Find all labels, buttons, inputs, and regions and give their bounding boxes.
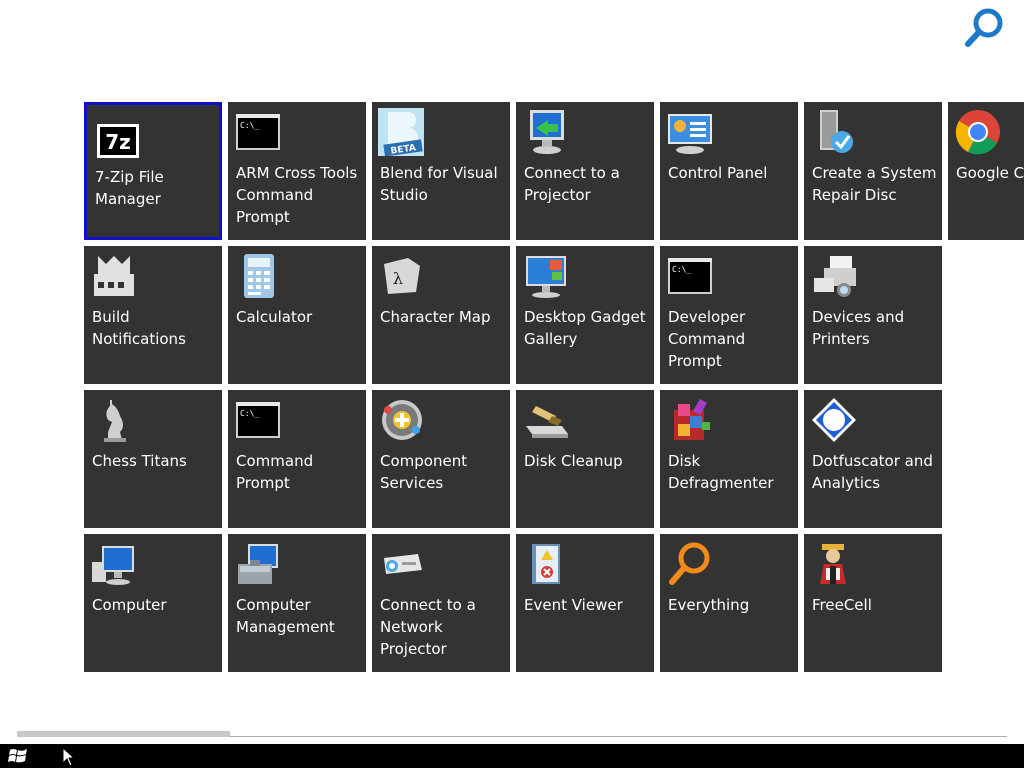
tile-chess-titans[interactable]: Chess Titans (84, 390, 222, 528)
tile-command-prompt[interactable]: C:\_ Command Prompt (228, 390, 366, 528)
computer-management-icon (238, 544, 278, 584)
start-button[interactable] (8, 747, 30, 765)
windows-logo-icon (8, 749, 27, 763)
tile-7zip-file-manager[interactable]: 7z 7-Zip File Manager (84, 102, 222, 240)
everything-icon (669, 542, 710, 585)
app-tile-grid: 7z 7-Zip File Manager C:\_ ARM Cross Too… (0, 0, 1024, 700)
tile-create-system-repair-disc[interactable]: Create a System Repair Disc (804, 102, 942, 240)
tile-label: Chess Titans (92, 452, 187, 470)
calculator-icon (244, 254, 274, 298)
console-icon: C:\_ (236, 114, 280, 150)
event-viewer-icon (532, 544, 560, 584)
7zip-icon-text: 7z (105, 130, 131, 154)
blend-beta-icon: BETA (378, 108, 424, 156)
tile-label: Build Notifications (92, 308, 186, 348)
tile-connect-to-network-projector[interactable]: Connect to a Network Projector (372, 534, 510, 672)
tile-label: Dotfuscator and Analytics (812, 452, 933, 492)
tile-disk-cleanup[interactable]: Disk Cleanup (516, 390, 654, 528)
scrollbar-thumb[interactable] (17, 731, 230, 737)
chrome-icon (955, 110, 1000, 155)
printer-icon (814, 256, 856, 297)
tile-disk-defragmenter[interactable]: Disk Defragmenter (660, 390, 798, 528)
freecell-icon (820, 544, 846, 584)
console-prompt-text: C:\_ (240, 409, 259, 418)
tile-arm-cross-tools[interactable]: C:\_ ARM Cross Tools Command Prompt (228, 102, 366, 240)
tile-label: FreeCell (812, 596, 872, 614)
tile-label: Disk Defragmenter (668, 452, 774, 492)
tile-computer-management[interactable]: Computer Management (228, 534, 366, 672)
console-icon: C:\_ (668, 258, 712, 294)
tile-developer-command-prompt[interactable]: C:\_ Developer Command Prompt (660, 246, 798, 384)
taskbar (0, 744, 1024, 768)
tile-label: Desktop Gadget Gallery (524, 308, 646, 348)
tile-blend-for-visual-studio[interactable]: BETA Blend for Visual Studio (372, 102, 510, 240)
tile-control-panel[interactable]: Control Panel (660, 102, 798, 240)
tile-label: Control Panel (668, 164, 768, 182)
tile-desktop-gadget-gallery[interactable]: Desktop Gadget Gallery (516, 246, 654, 384)
tile-label: Command Prompt (236, 452, 314, 492)
build-notifications-icon (94, 256, 134, 296)
network-projector-icon (384, 554, 422, 574)
chess-icon (104, 400, 126, 442)
tile-label: 7-Zip File Manager (95, 168, 164, 208)
tile-devices-and-printers[interactable]: Devices and Printers (804, 246, 942, 384)
tile-character-map[interactable]: λ Character Map (372, 246, 510, 384)
tile-everything[interactable]: Everything (660, 534, 798, 672)
tile-freecell[interactable]: FreeCell (804, 534, 942, 672)
tile-label: Computer (92, 596, 167, 614)
character-map-icon: λ (384, 258, 420, 294)
tile-label: Developer Command Prompt (668, 308, 746, 370)
tile-label: Character Map (380, 308, 491, 326)
dotfuscator-icon (812, 398, 856, 442)
tile-label: Connect to a Network Projector (380, 596, 476, 658)
tile-event-viewer[interactable]: Event Viewer (516, 534, 654, 672)
console-prompt-text: C:\_ (672, 265, 691, 274)
console-icon: C:\_ (236, 402, 280, 438)
gadget-gallery-icon (526, 256, 566, 298)
tile-label: Connect to a Projector (524, 164, 620, 204)
tile-label: Blend for Visual Studio (380, 164, 498, 204)
mouse-cursor-icon (62, 747, 76, 767)
character-map-glyph: λ (393, 269, 403, 288)
repair-disc-icon (820, 110, 853, 153)
defragmenter-icon (674, 398, 710, 440)
tile-label: Create a System Repair Disc (812, 164, 937, 204)
component-services-icon (382, 400, 422, 440)
tile-label: ARM Cross Tools Command Prompt (236, 164, 358, 226)
computer-icon (92, 546, 134, 585)
console-prompt-text: C:\_ (240, 121, 259, 130)
tile-label: Calculator (236, 308, 313, 326)
control-panel-icon (668, 114, 712, 154)
tile-label: Component Services (380, 452, 468, 492)
tile-label: Everything (668, 596, 750, 614)
tile-google-chrome[interactable]: Google Ch (948, 102, 1024, 240)
projector-monitor-icon (530, 110, 564, 154)
tile-component-services[interactable]: Component Services (372, 390, 510, 528)
tile-label: Google Ch (956, 164, 1024, 182)
tile-label: Computer Management (236, 596, 335, 636)
tile-label: Disk Cleanup (524, 452, 623, 470)
tile-connect-to-a-projector[interactable]: Connect to a Projector (516, 102, 654, 240)
tile-calculator[interactable]: Calculator (228, 246, 366, 384)
tile-label: Devices and Printers (812, 308, 905, 348)
tile-build-notifications[interactable]: Build Notifications (84, 246, 222, 384)
tile-dotfuscator-and-analytics[interactable]: Dotfuscator and Analytics (804, 390, 942, 528)
disk-cleanup-icon (526, 406, 568, 438)
7zip-icon: 7z (97, 124, 139, 158)
tile-label: Event Viewer (524, 596, 623, 614)
tile-computer[interactable]: Computer (84, 534, 222, 672)
